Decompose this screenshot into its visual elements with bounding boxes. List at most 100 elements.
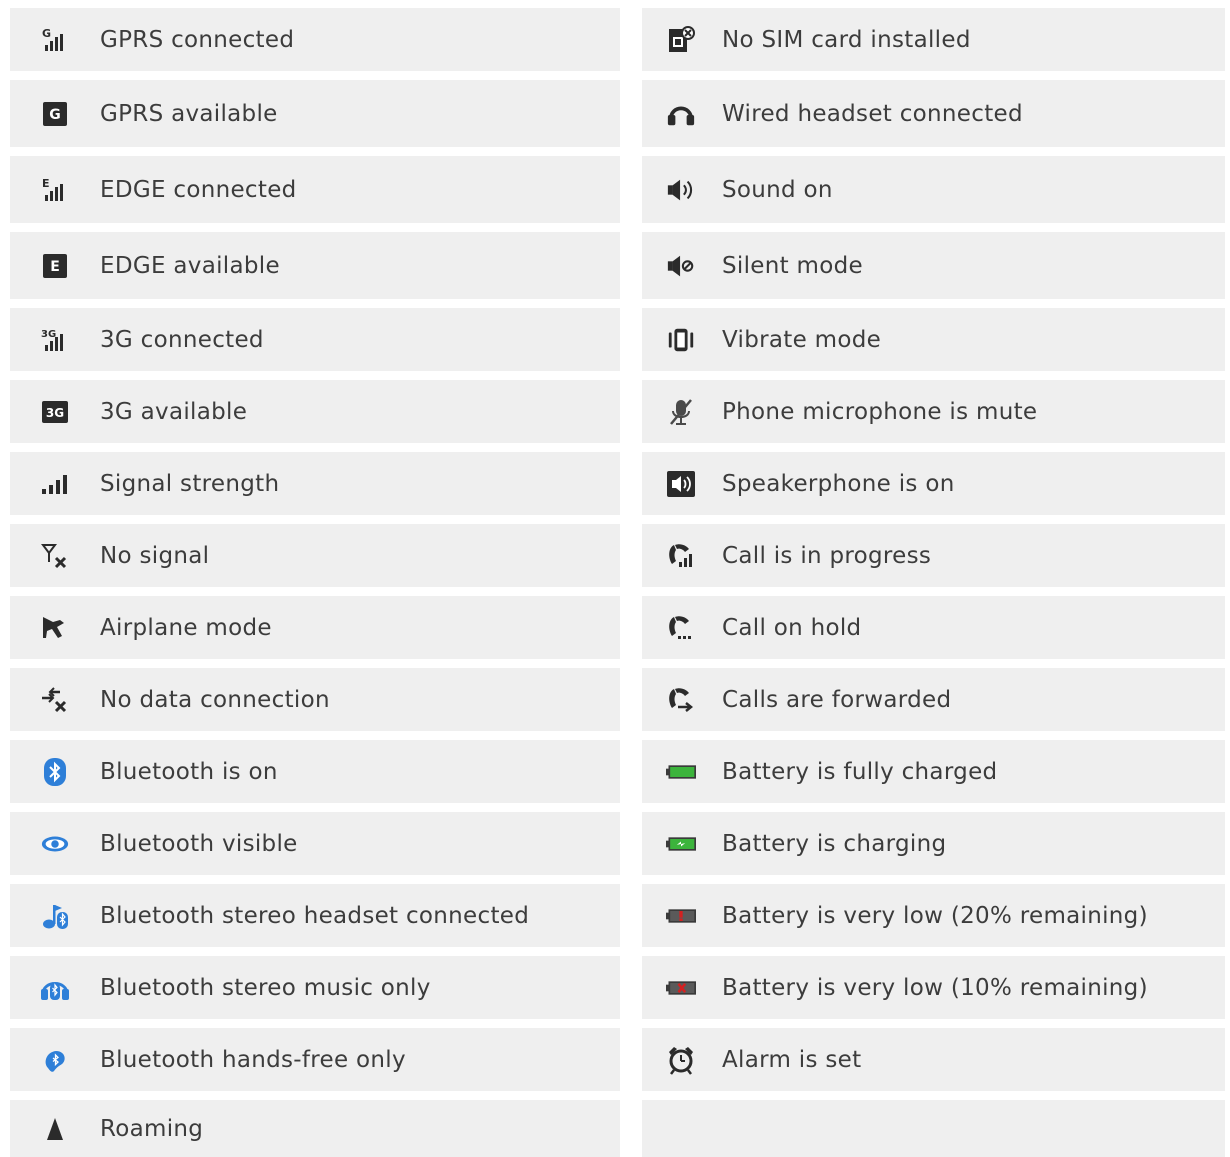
bluetooth-stereo-headset-icon <box>40 901 70 931</box>
legend-label: Signal strength <box>100 470 280 497</box>
legend-label: Bluetooth is on <box>100 758 278 785</box>
gprs-connected-icon: G <box>40 25 70 55</box>
roaming-icon <box>40 1114 70 1144</box>
legend-row: Calls are forwarded <box>642 668 1225 731</box>
battery-full-icon <box>666 757 696 787</box>
legend-label: Call on hold <box>722 614 862 641</box>
bluetooth-stereo-music-icon <box>40 973 70 1003</box>
3g-connected-icon: 3G <box>40 325 70 355</box>
legend-row: Bluetooth stereo music only <box>10 956 620 1019</box>
legend-row: No signal <box>10 524 620 587</box>
gprs-available-icon: G <box>40 99 70 129</box>
wired-headset-icon <box>666 99 696 129</box>
legend-row: Vibrate mode <box>642 308 1225 371</box>
svg-text:3G: 3G <box>46 406 64 420</box>
legend-label: Bluetooth stereo music only <box>100 974 431 1001</box>
legend-row: G GPRS connected <box>10 8 620 71</box>
battery-low-10-icon <box>666 973 696 1003</box>
no-data-connection-icon <box>40 685 70 715</box>
legend-label: Battery is charging <box>722 830 947 857</box>
legend-label: Vibrate mode <box>722 326 882 353</box>
legend-label: Battery is fully charged <box>722 758 998 785</box>
legend-label: Battery is very low (20% remaining) <box>722 902 1148 929</box>
legend-row: No SIM card installed <box>642 8 1225 71</box>
3g-available-icon: 3G <box>40 397 70 427</box>
legend-label: 3G connected <box>100 326 264 353</box>
legend-label: Bluetooth visible <box>100 830 298 857</box>
legend-row: Sound on <box>642 156 1225 223</box>
svg-text:E: E <box>50 259 60 275</box>
legend-row: Call on hold <box>642 596 1225 659</box>
legend-row: Battery is very low (10% remaining) <box>642 956 1225 1019</box>
legend-row: 3G 3G connected <box>10 308 620 371</box>
bluetooth-visible-icon <box>40 829 70 859</box>
legend-label: Silent mode <box>722 252 863 279</box>
edge-connected-icon: E <box>40 175 70 205</box>
calls-forwarded-icon <box>666 685 696 715</box>
legend-row: Bluetooth stereo headset connected <box>10 884 620 947</box>
legend-row: Phone microphone is mute <box>642 380 1225 443</box>
legend-row: Speakerphone is on <box>642 452 1225 515</box>
legend-row: Battery is fully charged <box>642 740 1225 803</box>
legend-label: Bluetooth stereo headset connected <box>100 902 530 929</box>
legend-row: Call is in progress <box>642 524 1225 587</box>
battery-charging-icon <box>666 829 696 859</box>
call-in-progress-icon <box>666 541 696 571</box>
svg-text:E: E <box>42 177 50 190</box>
legend-row: Battery is very low (20% remaining) <box>642 884 1225 947</box>
legend-label: GPRS connected <box>100 26 295 53</box>
status-icon-legend: G GPRS connected G GPRS available E EDGE… <box>0 0 1230 1157</box>
legend-label: No SIM card installed <box>722 26 971 53</box>
microphone-mute-icon <box>666 397 696 427</box>
legend-row: Alarm is set <box>642 1028 1225 1091</box>
signal-strength-icon <box>40 469 70 499</box>
legend-row: G GPRS available <box>10 80 620 147</box>
legend-row: Bluetooth visible <box>10 812 620 875</box>
legend-row: Airplane mode <box>10 596 620 659</box>
legend-label: Speakerphone is on <box>722 470 955 497</box>
legend-row: No data connection <box>10 668 620 731</box>
legend-label: No signal <box>100 542 210 569</box>
legend-label: Phone microphone is mute <box>722 398 1038 425</box>
legend-row: 3G 3G available <box>10 380 620 443</box>
airplane-mode-icon <box>40 613 70 643</box>
legend-row: E EDGE available <box>10 232 620 299</box>
legend-row: Silent mode <box>642 232 1225 299</box>
svg-text:3G: 3G <box>41 329 56 340</box>
legend-label: Airplane mode <box>100 614 272 641</box>
sound-on-icon <box>666 175 696 205</box>
legend-row: Bluetooth hands-free only <box>10 1028 620 1091</box>
legend-label: EDGE connected <box>100 176 297 203</box>
legend-label: Battery is very low (10% remaining) <box>722 974 1148 1001</box>
legend-row: Bluetooth is on <box>10 740 620 803</box>
legend-row: Signal strength <box>10 452 620 515</box>
edge-available-icon: E <box>40 251 70 281</box>
legend-label: Bluetooth hands-free only <box>100 1046 406 1073</box>
battery-low-20-icon <box>666 901 696 931</box>
speakerphone-icon <box>666 469 696 499</box>
legend-label: EDGE available <box>100 252 280 279</box>
legend-row: E EDGE connected <box>10 156 620 223</box>
legend-label: Call is in progress <box>722 542 932 569</box>
alarm-icon <box>666 1045 696 1075</box>
bluetooth-on-icon <box>40 757 70 787</box>
legend-label: Alarm is set <box>722 1046 862 1073</box>
svg-text:G: G <box>42 27 51 40</box>
legend-label: Roaming <box>100 1115 204 1142</box>
bluetooth-hands-free-icon <box>40 1045 70 1075</box>
legend-row-empty <box>642 1100 1225 1157</box>
legend-row: Battery is charging <box>642 812 1225 875</box>
no-signal-icon <box>40 541 70 571</box>
svg-text:G: G <box>49 107 61 123</box>
legend-label: Wired headset connected <box>722 100 1023 127</box>
legend-label: GPRS available <box>100 100 278 127</box>
legend-label: 3G available <box>100 398 248 425</box>
call-on-hold-icon <box>666 613 696 643</box>
no-sim-card-icon <box>666 25 696 55</box>
silent-mode-icon <box>666 251 696 281</box>
legend-label: No data connection <box>100 686 330 713</box>
legend-label: Calls are forwarded <box>722 686 952 713</box>
vibrate-mode-icon <box>666 325 696 355</box>
legend-row: Wired headset connected <box>642 80 1225 147</box>
legend-label: Sound on <box>722 176 833 203</box>
